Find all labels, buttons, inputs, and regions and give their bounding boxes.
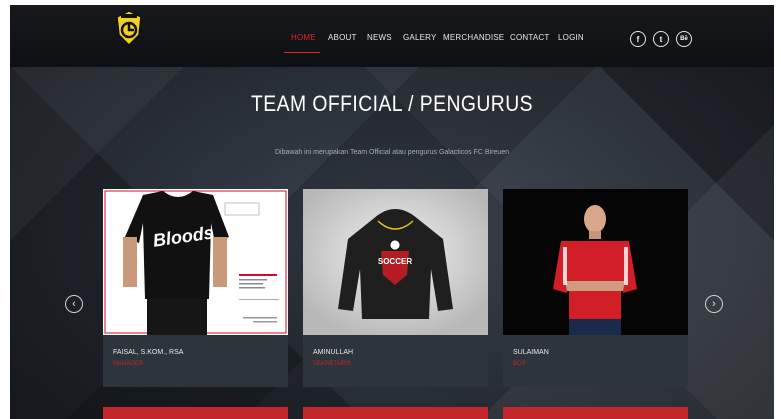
card-role: BOS [513,361,526,367]
nav-news[interactable]: NEWS [367,33,392,42]
behance-icon[interactable]: Bē [676,31,692,47]
card-role: SEKRETARIS [313,361,351,367]
active-nav-underline [284,52,320,53]
navbar: HOME ABOUT NEWS GALERY MERCHANDISE CONTA… [10,5,774,67]
chevron-left-icon: ‹ [72,298,76,310]
carousel-next-button[interactable]: › [705,295,723,313]
nav-home[interactable]: HOME [291,33,316,42]
chevron-right-icon: › [712,298,716,310]
nav-about[interactable]: ABOUT [328,33,357,42]
twitter-icon[interactable]: t [653,31,669,47]
hoodie-print-text: SOCCER [378,257,412,266]
carousel-prev-button[interactable]: ‹ [65,295,83,313]
page-frame: HOME ABOUT NEWS GALERY MERCHANDISE CONTA… [10,5,774,419]
team-card[interactable]: SULAIMAN BOS [503,189,688,387]
nav-contact[interactable]: CONTACT [510,33,549,42]
card-role: MANAGER [113,361,144,367]
page-subtitle: Dibawah ini merupakan Team Official atau… [275,149,509,156]
nav-login[interactable]: LOGIN [558,33,584,42]
player-photo [503,189,688,335]
hoodie-photo: SOCCER [303,189,488,335]
card-name: FAISAL, S.KOM., RSA [113,349,184,356]
card-footer-bar[interactable] [503,407,688,419]
card-name: AMINULLAH [313,349,354,356]
nav-galery[interactable]: GALERY [403,33,437,42]
page-title: TEAM OFFICIAL / PENGURUS [250,91,533,116]
team-card[interactable]: SOCCER AMINULLAH SEKRETARIS [303,189,488,387]
card-name: SULAIMAN [513,349,549,356]
tshirt-photo: Bloods [103,189,288,335]
facebook-icon[interactable]: f [630,31,646,47]
nav-merchandise[interactable]: MERCHANDISE [443,33,504,42]
team-card[interactable]: Bloods FAISAL, S.KOM., RSA MANAGER [103,189,288,387]
card-footer-bar[interactable] [103,407,288,419]
card-footer-bar[interactable] [303,407,488,419]
